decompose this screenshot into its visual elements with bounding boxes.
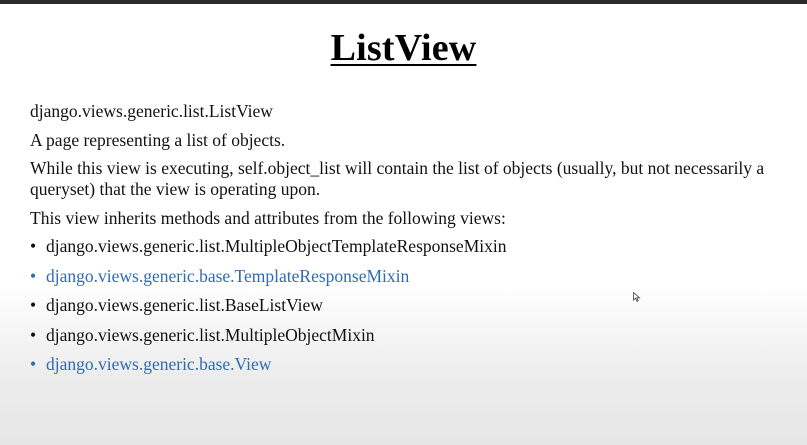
inherits-item-label: django.views.generic.list.MultipleObject… xyxy=(46,324,375,345)
inherits-item: • django.views.generic.list.MultipleObje… xyxy=(30,235,507,265)
bullet-icon: • xyxy=(30,324,37,345)
inherits-item-label: django.views.generic.list.BaseListView xyxy=(46,295,323,315)
mouse-cursor-icon xyxy=(633,292,641,302)
execution-note: While this view is executing, self.objec… xyxy=(30,158,765,199)
description: A page representing a list of objects. xyxy=(30,130,286,150)
class-path: django.views.generic.list.ListView xyxy=(30,101,273,121)
inherits-list: • django.views.generic.list.MultipleObje… xyxy=(30,235,507,383)
inherits-item: • django.views.generic.list.BaseListView xyxy=(30,294,507,324)
inherits-item-link[interactable]: • django.views.generic.base.View xyxy=(30,353,507,383)
slide: ListView django.views.generic.list.ListV… xyxy=(0,0,807,445)
slide-title: ListView xyxy=(330,27,477,69)
inherits-item-label: django.views.generic.list.MultipleObject… xyxy=(46,236,507,256)
inherits-intro: This view inherits methods and attribute… xyxy=(30,208,506,228)
inherits-item-link-label[interactable]: django.views.generic.base.TemplateRespon… xyxy=(46,266,409,286)
bullet-icon: • xyxy=(30,265,37,286)
bullet-icon: • xyxy=(30,236,37,256)
bullet-icon: • xyxy=(30,295,37,315)
inherits-item-link-label[interactable]: django.views.generic.base.View xyxy=(46,354,271,374)
bullet-icon: • xyxy=(30,354,37,374)
inherits-item-link[interactable]: • django.views.generic.base.TemplateResp… xyxy=(30,265,507,295)
inherits-item: • django.views.generic.list.MultipleObje… xyxy=(30,324,507,354)
